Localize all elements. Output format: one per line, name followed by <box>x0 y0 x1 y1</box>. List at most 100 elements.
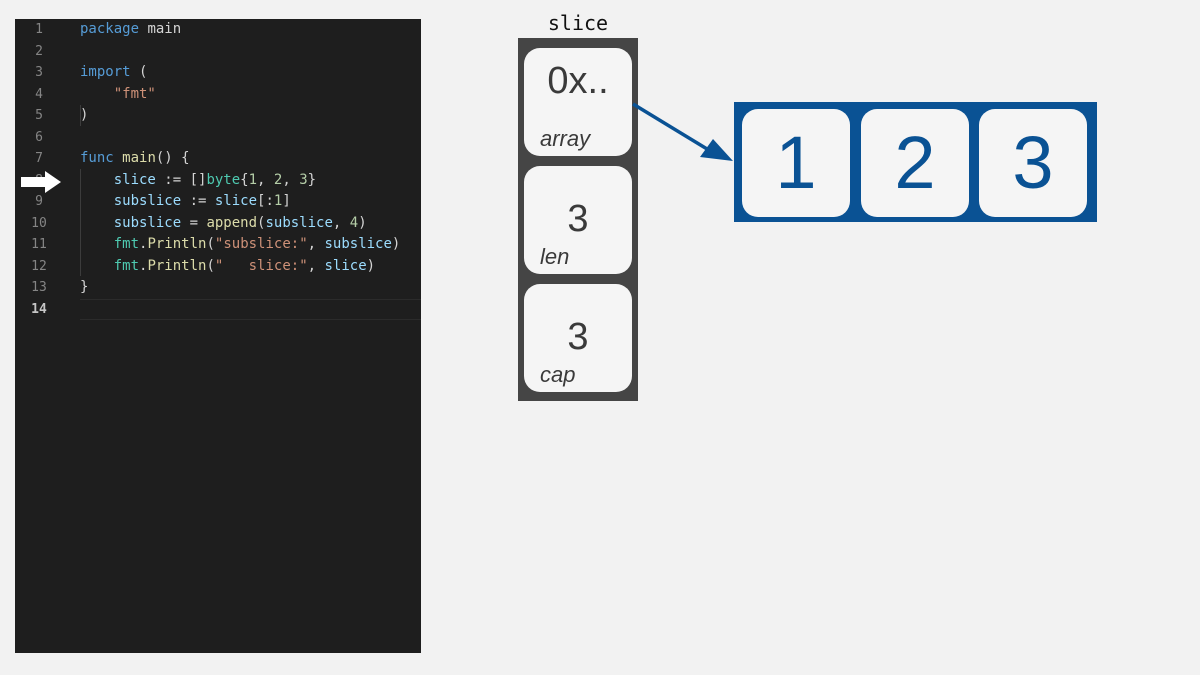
code-token: , <box>282 171 300 188</box>
code-line: 7 func main() { <box>15 148 421 170</box>
code-token: , <box>307 257 325 274</box>
code-token: main <box>139 21 182 37</box>
indent-guide-main <box>80 169 81 276</box>
field-label: array <box>540 126 591 151</box>
code-token: "fmt" <box>113 85 156 102</box>
slice-header: 0x.. array 3 len 3 cap <box>518 38 638 401</box>
code-text: "fmt" <box>80 84 156 106</box>
code-token: = <box>181 214 207 231</box>
slice-field-cap: 3 cap <box>524 284 632 392</box>
code-token: { <box>240 171 249 188</box>
code-token: "subslice:" <box>214 236 308 252</box>
code-token: ( <box>206 236 215 252</box>
code-editor: 1 package main 2 3 import (4 "fmt" 5) 6 7 func m… <box>15 19 421 653</box>
code-token: } <box>307 171 317 188</box>
code-text: package main <box>80 19 181 41</box>
line-number: 4 <box>35 86 43 102</box>
code-token: ] <box>282 193 291 209</box>
code-token: byte <box>206 171 241 188</box>
array-cell: 1 <box>742 109 850 217</box>
code-token: subslice <box>113 193 182 209</box>
code-text: import ( <box>80 62 147 84</box>
line-number: 5 <box>35 108 43 123</box>
code-line: 8 slice := []byte{1, 2, 3} <box>15 170 421 192</box>
code-token: subslice <box>265 214 333 231</box>
code-token: ) <box>358 214 367 231</box>
code-token: subslice <box>324 236 392 252</box>
code-token: 3 <box>299 171 308 188</box>
code-text: fmt.Println(" slice:", slice) <box>80 256 375 278</box>
code-token: func <box>80 150 114 166</box>
code-token: fmt <box>113 236 140 252</box>
code-text: ) <box>80 105 88 127</box>
code-line: 14 <box>15 298 421 320</box>
code-line: 3 import ( <box>15 62 421 84</box>
code-line: 11 fmt.Println("subslice:", subslice) <box>15 234 421 256</box>
code-token: := [] <box>155 171 207 188</box>
code-token: ( <box>130 64 148 80</box>
code-token: [: <box>257 193 274 209</box>
code-token: ( <box>206 257 215 274</box>
code-line: 1 package main <box>15 19 421 41</box>
code-token: , <box>332 214 350 231</box>
array-cell: 2 <box>861 109 969 217</box>
code-line: 4 "fmt" <box>15 84 421 106</box>
code-line: 6 <box>15 127 421 149</box>
field-label: cap <box>540 362 576 387</box>
code-token: 1 <box>248 171 258 188</box>
code-token: subslice <box>113 214 182 231</box>
code-token: import <box>80 64 131 80</box>
code-line: 10 subslice = append(subslice, 4) <box>15 213 421 235</box>
code-text: subslice := slice[:1] <box>80 191 291 213</box>
line-number: 12 <box>31 258 47 274</box>
code-token: Println <box>147 236 207 252</box>
code-text: func main() { <box>80 148 190 170</box>
line-number: 11 <box>31 237 47 252</box>
line-number: 3 <box>35 65 43 80</box>
code-token: append <box>206 214 258 231</box>
code-token: ) <box>366 257 376 274</box>
code-token: , <box>257 171 274 188</box>
field-label: len <box>540 244 570 269</box>
code-token: ) <box>80 107 89 123</box>
code-line: 13} <box>15 277 421 299</box>
line-number: 14 <box>31 301 47 317</box>
code-token: } <box>80 279 89 295</box>
code-text: } <box>80 277 88 299</box>
code-text: slice := []byte{1, 2, 3} <box>80 170 316 192</box>
field-value: 3 <box>567 316 589 358</box>
current-line-highlight <box>80 298 421 320</box>
code-line: 12 fmt.Println(" slice:", slice) <box>15 256 421 278</box>
code-token: 4 <box>349 214 359 231</box>
line-number: 13 <box>31 280 47 295</box>
array-cell: 3 <box>979 109 1087 217</box>
backing-array: 1 2 3 <box>734 102 1097 222</box>
code-line: 9 subslice := slice[:1] <box>15 191 421 213</box>
code-token: ) <box>391 236 401 252</box>
code-token: " slice:" <box>214 257 308 274</box>
slice-field-len: 3 len <box>524 166 632 274</box>
line-number: 2 <box>35 43 43 59</box>
code-text: subslice = append(subslice, 4) <box>80 213 367 235</box>
code-token: package <box>80 21 140 37</box>
line-number: 10 <box>31 215 47 231</box>
line-number: 7 <box>35 151 43 166</box>
slice-field-array: 0x.. array <box>524 48 632 156</box>
code-line: 2 <box>15 41 421 63</box>
code-token: , <box>307 236 325 252</box>
field-value: 3 <box>567 198 589 240</box>
code-token: () { <box>155 150 190 166</box>
line-number: 6 <box>35 129 43 145</box>
line-number: 9 <box>35 194 43 209</box>
code-line: 5) <box>15 105 421 127</box>
code-text: fmt.Println("subslice:", subslice) <box>80 234 401 256</box>
code-token: Println <box>147 257 207 274</box>
line-number: 1 <box>35 22 43 37</box>
code-token: slice <box>113 171 156 188</box>
code-token: main <box>122 150 156 166</box>
slice-title: slice <box>547 11 609 35</box>
